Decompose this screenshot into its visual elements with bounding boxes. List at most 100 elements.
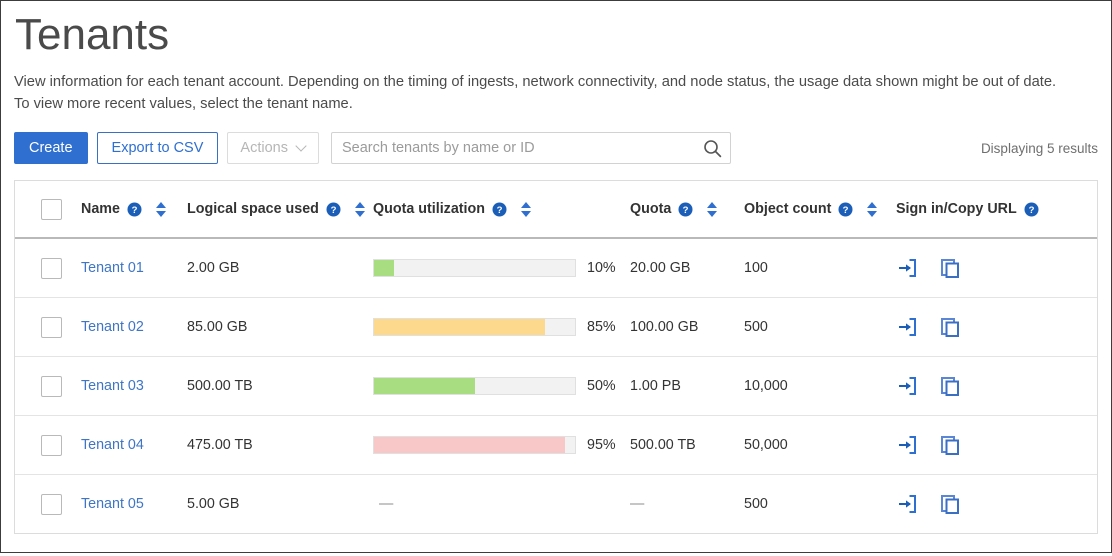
quota-value: 500.00 TB xyxy=(630,437,696,453)
row-checkbox[interactable] xyxy=(41,258,62,279)
th-object-count-label: Object count xyxy=(744,201,831,217)
row-select-cell xyxy=(15,475,81,534)
table-row: Tenant 01 2.00 GB 10% 20.00 GB100 xyxy=(15,238,1097,298)
sign-in-icon[interactable] xyxy=(896,316,918,338)
tenants-page: Tenants View information for each tenant… xyxy=(1,5,1111,556)
table-header: Name ? xyxy=(15,181,1097,238)
sort-icon[interactable] xyxy=(706,201,718,218)
description-line-1: View information for each tenant account… xyxy=(14,71,1098,93)
sign-in-copy-url-cell xyxy=(896,357,1097,416)
quota-utilization-bar xyxy=(373,436,576,454)
create-button[interactable]: Create xyxy=(14,132,88,164)
logical-space-used-cell: 85.00 GB xyxy=(187,298,373,357)
help-icon[interactable]: ? xyxy=(492,202,507,217)
copy-url-icon[interactable] xyxy=(939,257,961,279)
object-count-cell: 50,000 xyxy=(744,416,896,475)
help-icon[interactable]: ? xyxy=(838,202,853,217)
help-icon[interactable]: ? xyxy=(1024,202,1039,217)
row-select-cell xyxy=(15,416,81,475)
quota-utilization-bar xyxy=(373,259,576,277)
quota-utilization-bar-fill xyxy=(374,437,565,453)
row-checkbox[interactable] xyxy=(41,376,62,397)
sort-icon[interactable] xyxy=(866,201,878,218)
quota-value: 100.00 GB xyxy=(630,319,698,335)
logical-space-used-cell: 2.00 GB xyxy=(187,238,373,298)
quota-utilization-cell: 95% xyxy=(373,416,630,475)
logical-space-used-cell: 5.00 GB xyxy=(187,475,373,534)
th-quota-label: Quota xyxy=(630,201,671,217)
search-input[interactable] xyxy=(332,133,696,163)
sign-in-icon[interactable] xyxy=(896,434,918,456)
th-logical-space-used: Logical space used ? xyxy=(187,181,373,238)
search-icon[interactable] xyxy=(696,139,730,158)
copy-url-icon[interactable] xyxy=(939,493,961,515)
actions-dropdown-button[interactable]: Actions xyxy=(227,132,319,164)
quota-utilization-percent: 10% xyxy=(587,260,616,276)
copy-url-icon[interactable] xyxy=(939,434,961,456)
chevron-down-icon xyxy=(297,142,306,151)
logical-space-used-value: 85.00 GB xyxy=(187,319,247,335)
quota-utilization-bar-fill xyxy=(374,319,545,335)
sign-in-icon[interactable] xyxy=(896,493,918,515)
quota-utilization-empty: — xyxy=(373,496,393,512)
page-description: View information for each tenant account… xyxy=(14,71,1098,115)
sign-in-icon[interactable] xyxy=(896,375,918,397)
copy-url-icon[interactable] xyxy=(939,316,961,338)
description-line-2: To view more recent values, select the t… xyxy=(14,93,1098,115)
actions-label: Actions xyxy=(240,140,288,156)
export-to-csv-button[interactable]: Export to CSV xyxy=(97,132,219,164)
row-checkbox[interactable] xyxy=(41,317,62,338)
row-checkbox[interactable] xyxy=(41,435,62,456)
sort-icon[interactable] xyxy=(354,201,366,218)
help-icon[interactable]: ? xyxy=(326,202,341,217)
sign-in-copy-url-cell xyxy=(896,475,1097,534)
logical-space-used-value: 2.00 GB xyxy=(187,260,239,276)
svg-text:?: ? xyxy=(330,205,336,216)
object-count-value: 500 xyxy=(744,319,768,335)
th-logical-space-used-label: Logical space used xyxy=(187,201,319,217)
row-select-cell xyxy=(15,357,81,416)
quota-cell: 500.00 TB xyxy=(630,416,744,475)
search-box[interactable] xyxy=(331,132,731,164)
tenant-name-link[interactable]: Tenant 05 xyxy=(81,496,144,512)
tenant-name-link[interactable]: Tenant 04 xyxy=(81,437,144,453)
object-count-cell: 500 xyxy=(744,475,896,534)
tenant-name-link[interactable]: Tenant 01 xyxy=(81,260,144,276)
object-count-cell: 100 xyxy=(744,238,896,298)
sign-in-icon[interactable] xyxy=(896,257,918,279)
copy-url-icon[interactable] xyxy=(939,375,961,397)
row-checkbox[interactable] xyxy=(41,494,62,515)
quota-cell: 20.00 GB xyxy=(630,238,744,298)
tenant-name-cell: Tenant 03 xyxy=(81,357,187,416)
tenants-table-container: Name ? xyxy=(14,180,1098,534)
help-icon[interactable]: ? xyxy=(127,202,142,217)
quota-utilization-percent: 50% xyxy=(587,378,616,394)
object-count-value: 50,000 xyxy=(744,437,788,453)
logical-space-used-cell: 475.00 TB xyxy=(187,416,373,475)
object-count-cell: 10,000 xyxy=(744,357,896,416)
th-object-count: Object count ? xyxy=(744,181,896,238)
tenant-name-cell: Tenant 04 xyxy=(81,416,187,475)
row-select-cell xyxy=(15,238,81,298)
th-quota-utilization: Quota utilization ? xyxy=(373,181,630,238)
svg-text:?: ? xyxy=(683,205,689,216)
tenant-name-link[interactable]: Tenant 02 xyxy=(81,319,144,335)
help-icon[interactable]: ? xyxy=(678,202,693,217)
th-quota-utilization-label: Quota utilization xyxy=(373,201,485,217)
table-header-row: Name ? xyxy=(15,181,1097,238)
page-title: Tenants xyxy=(14,5,1098,65)
object-count-cell: 500 xyxy=(744,298,896,357)
tenants-table: Name ? xyxy=(15,181,1097,533)
quota-utilization-bar xyxy=(373,318,576,336)
quota-utilization-cell: 50% xyxy=(373,357,630,416)
select-all-checkbox[interactable] xyxy=(41,199,62,220)
sort-icon[interactable] xyxy=(155,201,167,218)
quota-value: — xyxy=(630,496,644,512)
th-name: Name ? xyxy=(81,181,187,238)
quota-utilization-bar-fill xyxy=(374,378,475,394)
quota-utilization-percent: 95% xyxy=(587,437,616,453)
sort-icon[interactable] xyxy=(520,201,532,218)
tenant-name-link[interactable]: Tenant 03 xyxy=(81,378,144,394)
quota-value: 1.00 PB xyxy=(630,378,681,394)
quota-utilization-cell: 85% xyxy=(373,298,630,357)
